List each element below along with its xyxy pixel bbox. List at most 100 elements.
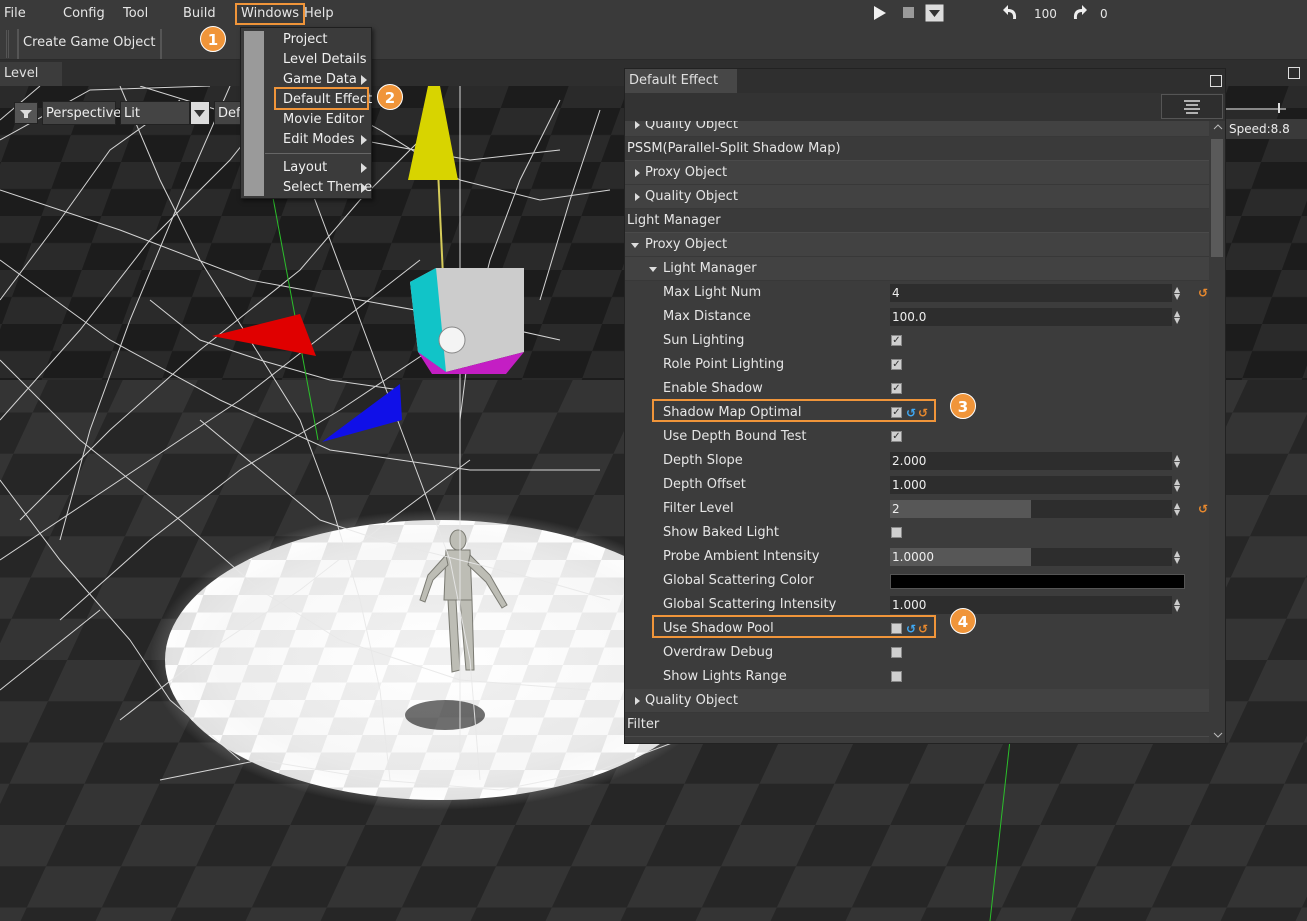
prop-show-baked-light: Show Baked Light bbox=[625, 521, 1209, 545]
step-badge-2: 2 bbox=[377, 84, 403, 110]
scrollbar-thumb[interactable] bbox=[1211, 139, 1223, 257]
tree-row-light-manager[interactable]: Light Manager bbox=[625, 257, 1209, 281]
prop-enable-shadow: Enable Shadow ✓ bbox=[663, 381, 902, 396]
prop-overdraw-debug: Overdraw Debug bbox=[625, 641, 1209, 665]
menu-item-project[interactable]: Project bbox=[283, 30, 327, 50]
menu-separator bbox=[265, 153, 371, 154]
spinner-icon[interactable]: ▲ ▼ bbox=[1174, 478, 1180, 493]
reset-icon[interactable]: ↺ bbox=[1198, 281, 1208, 305]
prop-global-scattering-color: Global Scattering Color bbox=[625, 569, 1209, 593]
tree-row-proxy-object-expanded[interactable]: Proxy Object bbox=[625, 233, 1209, 257]
redo-icon[interactable] bbox=[1070, 3, 1088, 23]
prop-max-distance: Max Distance 100.0 ▲ ▼ bbox=[663, 308, 1181, 326]
prop-probe-ambient-intensity: Probe Ambient Intensity 1.0000 ▲ ▼ bbox=[663, 548, 1181, 566]
scroll-up-icon[interactable] bbox=[1213, 123, 1223, 131]
stop-icon[interactable] bbox=[902, 3, 916, 23]
submenu-arrow-icon bbox=[361, 163, 367, 173]
overdraw-debug-checkbox[interactable] bbox=[891, 647, 902, 658]
enable-shadow-checkbox[interactable]: ✓ bbox=[891, 383, 902, 394]
windows-menu: Project Level Details Game Data Default … bbox=[240, 27, 372, 199]
undo-count: 100 bbox=[1034, 7, 1057, 21]
tree-row-quality-object[interactable]: Quality Object bbox=[625, 185, 1209, 209]
collapse-arrow-icon[interactable] bbox=[631, 243, 639, 248]
collapse-arrow-icon[interactable] bbox=[649, 267, 657, 272]
prop-use-depth-bound-test: Use Depth Bound Test ✓ bbox=[663, 429, 902, 444]
viewport-options-icon[interactable] bbox=[14, 102, 38, 124]
property-list: Quality Object PSSM(Parallel-Split Shado… bbox=[625, 121, 1209, 743]
redo-count: 0 bbox=[1100, 7, 1108, 21]
use-depth-bound-test-checkbox[interactable]: ✓ bbox=[891, 431, 902, 442]
reset-icon[interactable]: ↺ bbox=[1198, 497, 1208, 521]
global-scattering-intensity-field[interactable]: 1.000 bbox=[890, 596, 1172, 614]
section-filter: Filter bbox=[625, 713, 1209, 737]
tree-row-quality-object[interactable]: Quality Object bbox=[625, 689, 1209, 713]
menu-item-edit-modes[interactable]: Edit Modes bbox=[283, 130, 355, 150]
menu-build[interactable]: Build bbox=[183, 0, 216, 28]
expand-arrow-icon[interactable] bbox=[635, 697, 640, 705]
show-lights-range-checkbox[interactable] bbox=[891, 671, 902, 682]
highlight-use-shadow-pool bbox=[652, 615, 936, 638]
menu-item-movie-editor[interactable]: Movie Editor bbox=[283, 110, 364, 130]
spinner-icon[interactable]: ▲ ▼ bbox=[1174, 502, 1180, 517]
scroll-down-icon[interactable] bbox=[1213, 731, 1223, 739]
dock-icon[interactable] bbox=[1210, 75, 1222, 87]
spinner-icon[interactable]: ▲ ▼ bbox=[1174, 286, 1180, 301]
create-game-object-button[interactable]: Create Game Object bbox=[17, 29, 162, 59]
role-point-lighting-checkbox[interactable]: ✓ bbox=[891, 359, 902, 370]
menu-tool[interactable]: Tool bbox=[123, 0, 148, 28]
highlight-shadow-map-optimal bbox=[652, 399, 936, 422]
camera-speed: Speed:8.8 bbox=[1225, 119, 1307, 139]
section-light-manager: Light Manager bbox=[625, 209, 1209, 233]
tab-default-effect[interactable]: Default Effect bbox=[625, 69, 737, 93]
max-distance-field[interactable]: 100.0 bbox=[890, 308, 1172, 326]
step-badge-4: 4 bbox=[950, 608, 976, 634]
slider-fill bbox=[890, 500, 1031, 518]
spinner-icon[interactable]: ▲ ▼ bbox=[1174, 550, 1180, 565]
prop-filter-level: Filter Level 2 ▲ ▼ ↺ bbox=[625, 497, 1209, 521]
spinner-icon[interactable]: ▲ ▼ bbox=[1174, 454, 1180, 469]
menu-file[interactable]: File bbox=[4, 0, 26, 28]
menu-item-level-details[interactable]: Level Details bbox=[283, 50, 367, 70]
menu-help[interactable]: Help bbox=[304, 0, 334, 28]
chevron-down-icon[interactable] bbox=[190, 101, 210, 125]
perspective-dropdown[interactable]: Perspective bbox=[42, 101, 121, 125]
step-badge-1: 1 bbox=[200, 26, 226, 52]
expand-arrow-icon[interactable] bbox=[635, 193, 640, 201]
menu-item-select-theme[interactable]: Select Theme bbox=[283, 178, 372, 198]
sun-lighting-checkbox[interactable]: ✓ bbox=[891, 335, 902, 346]
expand-arrow-icon[interactable] bbox=[635, 121, 640, 129]
spinner-icon[interactable]: ▲ ▼ bbox=[1174, 598, 1180, 613]
undo-icon[interactable] bbox=[1002, 3, 1020, 23]
dock-icon[interactable] bbox=[1288, 67, 1300, 79]
depth-offset-field[interactable]: 1.000 bbox=[890, 476, 1172, 494]
filter-level-slider[interactable]: 2 bbox=[890, 500, 1172, 518]
toolbar: Create Game Object bbox=[0, 28, 1307, 60]
panel-search-bar[interactable] bbox=[625, 93, 1225, 121]
menu-config[interactable]: Config bbox=[63, 0, 105, 28]
play-icon[interactable] bbox=[872, 3, 888, 23]
lit-dropdown[interactable]: Lit bbox=[120, 101, 190, 125]
section-pssm: PSSM(Parallel-Split Shadow Map) bbox=[625, 137, 1209, 161]
prop-max-light-num: Max Light Num 4 ▲ ▼ ↺ bbox=[625, 281, 1209, 305]
menu-windows[interactable]: Windows bbox=[235, 3, 306, 25]
menu-item-layout[interactable]: Layout bbox=[283, 158, 327, 178]
prop-show-lights-range: Show Lights Range bbox=[625, 665, 1209, 689]
prop-sun-lighting: Sun Lighting ✓ bbox=[663, 333, 902, 348]
probe-ambient-intensity-slider[interactable]: 1.0000 bbox=[890, 548, 1172, 566]
tree-row-proxy-object[interactable]: Proxy Object bbox=[625, 161, 1209, 185]
speed-slider-track[interactable] bbox=[1226, 108, 1286, 110]
list-icon bbox=[1184, 100, 1200, 114]
depth-slope-field[interactable]: 2.000 bbox=[890, 452, 1172, 470]
menu-gutter bbox=[244, 31, 264, 196]
max-light-num-field[interactable]: 4 bbox=[890, 284, 1172, 302]
tab-level[interactable]: Level bbox=[0, 62, 62, 86]
global-scattering-color-swatch[interactable] bbox=[890, 574, 1185, 589]
list-view-button[interactable] bbox=[1161, 94, 1223, 119]
show-baked-light-checkbox[interactable] bbox=[891, 527, 902, 538]
speed-slider-handle[interactable] bbox=[1278, 103, 1280, 113]
spinner-icon[interactable]: ▲ ▼ bbox=[1174, 310, 1180, 325]
expand-arrow-icon[interactable] bbox=[635, 169, 640, 177]
tree-row-quality-object[interactable]: Quality Object bbox=[625, 121, 1209, 137]
chevron-down-icon[interactable] bbox=[925, 3, 945, 23]
highlight-default-effect bbox=[274, 87, 369, 110]
